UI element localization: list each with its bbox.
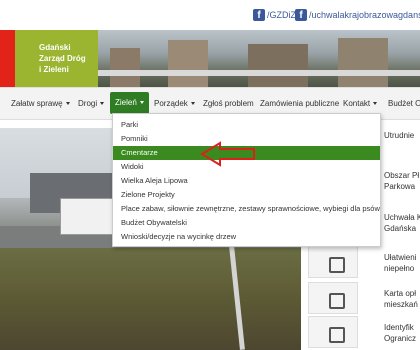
menu-item-zielone-projekty[interactable]: Zielone Projekty [113,188,380,202]
nav-item-budzet-obywatelski[interactable]: Budżet Ob [388,88,420,119]
menu-item-place-zabaw[interactable]: Place zabaw, siłownie zewnętrzne, zestaw… [113,202,380,216]
chevron-down-icon [373,102,378,106]
quick-link-label: Parkowa [384,182,416,191]
menu-item-budzet-obywatelski[interactable]: Budżet Obywatelski [113,216,380,230]
wheelchair-icon [308,246,358,278]
facebook-link-uchwala[interactable]: /uchwalakrajobrazowagdanska [309,10,420,20]
nav-item-zielen[interactable]: Zieleń [110,92,149,114]
chevron-down-icon [100,102,105,106]
quick-link-ulatwienia-niepelnosprawni[interactable]: Ułatwieni niepełno [306,244,420,280]
menu-item-wielka-aleja-lipowa[interactable]: Wielka Aleja Lipowa [113,174,380,188]
zielen-dropdown-menu: Parki Pomniki Cmentarze Widoki Wielka Al… [112,113,381,247]
facebook-link-gzdiz[interactable]: /GZDiZ [267,10,296,20]
nav-item-drogi[interactable]: Drogi [78,88,105,119]
quick-link-label: niepełno [384,264,415,273]
quick-link-label: Identyfik [384,323,414,332]
quick-link-label: Obszar Pł [384,171,420,180]
header-banner: Gdański Zarząd Dróg i Zieleni [0,30,420,87]
quick-link-label: Karta opł [384,289,417,298]
menu-item-wnioski-wycinka[interactable]: Wnioski/decyzje na wycinkę drzew [113,230,380,244]
quick-link-label: Ułatwieni [384,253,417,262]
menu-item-parki[interactable]: Parki [113,118,380,132]
quick-link-label: Ogranicz [384,334,417,343]
quick-link-identyfikator-ograniczonego-ruchu[interactable]: Identyfik Ogranicz [306,314,420,350]
facebook-icon[interactable]: f [295,9,307,21]
chevron-down-icon [139,101,144,105]
id-card-icon [308,316,358,348]
quick-link-label: Utrudnie [384,131,415,140]
header-photo [98,30,420,87]
top-bar: f /GZDiZ f /uchwalakrajobrazowagdanska [0,0,420,30]
quick-link-label: mieszkań [384,300,418,309]
parking-card-icon [308,282,358,314]
facebook-icon[interactable]: f [253,9,265,21]
brand-red-stripe [0,30,15,87]
chevron-down-icon [190,102,195,106]
nav-item-zalatw-sprawe[interactable]: Załatw sprawę [11,88,70,119]
quick-link-karta-oplat-mieszkanca[interactable]: Karta opł mieszkań [306,280,420,316]
quick-link-label: Gdańska [384,224,417,233]
arrow-annotation-icon [200,141,255,167]
logo-block[interactable]: Gdański Zarząd Dróg i Zieleni [15,30,98,87]
quick-link-label: Uchwała K [384,213,420,222]
chevron-down-icon [65,102,70,106]
